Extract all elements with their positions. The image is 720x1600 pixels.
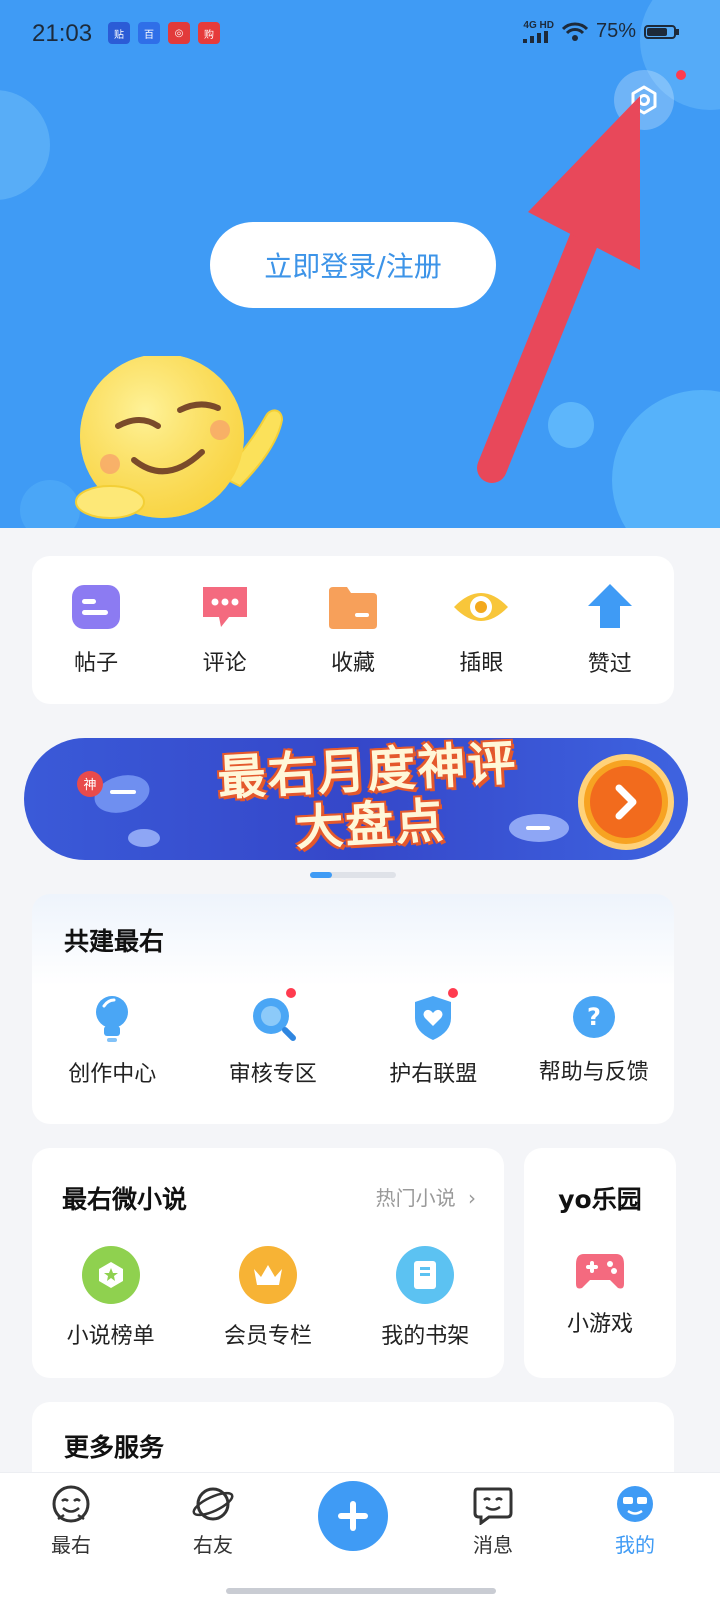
ranking-icon: [81, 1246, 140, 1304]
planet-icon: [192, 1487, 234, 1521]
notification-icons: 贴 百 ◎ 购: [108, 22, 220, 44]
banner-go-button[interactable]: [578, 754, 674, 850]
guardian-alliance-item[interactable]: 护右联盟: [358, 988, 508, 1088]
settings-badge-dot: [676, 70, 686, 80]
chat-face-icon: [473, 1487, 513, 1525]
shop-notification-icon: 购: [198, 22, 220, 44]
more-services-title: 更多服务: [64, 1433, 165, 1462]
crown-icon: [238, 1246, 297, 1304]
tab-messages[interactable]: 消息: [448, 1483, 538, 1558]
tab-home[interactable]: 最右: [26, 1483, 116, 1558]
micro-novel-card: 最右微小说 热门小说 › 小说榜单 会员专栏 我的书架: [32, 1148, 504, 1378]
baidu-notification-icon: 百: [138, 22, 160, 44]
book-icon: [396, 1246, 455, 1304]
status-bar: 21:03 贴 百 ◎ 购 4G HD 75%: [0, 0, 720, 66]
co-build-label: 创作中心: [68, 1062, 157, 1087]
comment-icon: [202, 587, 247, 627]
hot-novels-label: 热门小说: [375, 1186, 456, 1210]
banner-pager-active: [310, 872, 332, 878]
mascot-illustration: [75, 356, 284, 519]
co-build-items: 创作中心 审核专区 护右联盟 ? 帮助与反馈: [32, 988, 674, 1088]
tab-profile[interactable]: 我的: [590, 1483, 680, 1558]
bottom-tab-bar: 最右 右友 消息 我的: [0, 1472, 720, 1600]
decor-bubble: [0, 90, 50, 200]
create-post-button[interactable]: [318, 1481, 388, 1551]
status-right: 4G HD 75%: [523, 20, 680, 43]
review-badge-dot: [285, 988, 296, 998]
novel-ranking-item[interactable]: 小说榜单: [41, 1246, 181, 1350]
magnifier-icon: [252, 998, 296, 1041]
face-icon: [52, 1485, 90, 1523]
member-column-item[interactable]: 会员专栏: [198, 1246, 338, 1350]
tab-label: 我的: [615, 1533, 655, 1557]
yo-park-card: yo乐园 小游戏: [524, 1148, 676, 1378]
quick-action-label: 收藏: [330, 651, 375, 676]
mini-games-label: 小游戏: [566, 1312, 633, 1337]
plus-icon: [338, 1501, 368, 1531]
svg-text:?: ?: [587, 1003, 601, 1031]
novel-item-label: 我的书架: [381, 1324, 470, 1349]
co-build-title: 共建最右: [64, 927, 165, 956]
co-build-label: 护右联盟: [389, 1062, 478, 1087]
help-feedback-item[interactable]: ? 帮助与反馈: [519, 994, 669, 1088]
profile-header: 21:03 贴 百 ◎ 购 4G HD 75% 立即登录/注册: [0, 0, 720, 528]
eye-icon: [454, 593, 509, 621]
battery-level: 75%: [595, 20, 636, 42]
profile-face-icon: [617, 1486, 653, 1522]
annotation-arrow: [477, 96, 640, 483]
speech-bubble-decor: 神: [77, 771, 160, 847]
folder-icon: [328, 587, 377, 629]
app-notification-icon: 贴: [108, 22, 130, 44]
quick-action-liked[interactable]: 赞过: [560, 582, 660, 678]
hot-novels-link[interactable]: 热门小说 ›: [376, 1182, 476, 1211]
guardian-badge-dot: [448, 988, 459, 998]
chevron-right-icon: [615, 784, 637, 820]
novel-item-label: 小说榜单: [66, 1324, 155, 1349]
mini-games-item[interactable]: 小游戏: [524, 1248, 676, 1338]
my-bookshelf-item[interactable]: 我的书架: [355, 1246, 495, 1350]
lightbulb-icon: [96, 996, 129, 1042]
yo-park-title: yo乐园: [558, 1185, 642, 1214]
quick-action-bookmark-eye[interactable]: 插眼: [431, 583, 531, 677]
co-build-label: 帮助与反馈: [538, 1060, 649, 1085]
thumb-up-arrow-icon: [587, 584, 632, 628]
quick-action-label: 赞过: [587, 652, 632, 677]
gamepad-icon: [576, 1254, 624, 1289]
micro-novel-items: 小说榜单 会员专栏 我的书架: [32, 1246, 504, 1350]
tab-label: 右友: [193, 1533, 233, 1557]
signal-icon: 4G HD: [523, 19, 554, 43]
quick-action-label: 插眼: [459, 651, 504, 676]
co-build-card: 共建最右 创作中心 审核专区 护右联盟 ? 帮助与反馈: [32, 894, 674, 1124]
post-icon: [72, 585, 121, 629]
quick-action-label: 评论: [202, 651, 247, 676]
status-time: 21:03: [32, 20, 93, 47]
banner-go-inner: [590, 766, 662, 838]
shield-heart-icon: [415, 996, 452, 1040]
network-label: 4G HD: [523, 19, 554, 31]
speech-bubble-decor: [509, 814, 569, 842]
tab-label: 最右: [51, 1533, 91, 1557]
creator-center-item[interactable]: 创作中心: [37, 994, 187, 1088]
chevron-right-icon: ›: [468, 1186, 476, 1210]
home-indicator: [226, 1588, 496, 1594]
music-notification-icon: ◎: [168, 22, 190, 44]
novel-item-label: 会员专栏: [223, 1324, 312, 1349]
review-zone-item[interactable]: 审核专区: [198, 988, 348, 1088]
battery-icon: [644, 24, 679, 39]
quick-action-label: 帖子: [74, 651, 119, 676]
wifi-icon: [561, 22, 588, 41]
tab-friends[interactable]: 右友: [168, 1483, 258, 1558]
micro-novel-title: 最右微小说: [62, 1185, 188, 1214]
help-icon: ?: [572, 996, 615, 1038]
tab-label: 消息: [473, 1533, 513, 1557]
quick-actions-card: 帖子 评论 收藏 插眼 赞过: [32, 556, 674, 704]
login-register-button[interactable]: 立即登录/注册: [210, 222, 496, 308]
quick-action-posts[interactable]: 帖子: [46, 583, 146, 677]
quick-action-comments[interactable]: 评论: [175, 583, 275, 677]
co-build-label: 审核专区: [228, 1062, 317, 1087]
quick-action-favorites[interactable]: 收藏: [303, 583, 403, 677]
banner-badge: 神: [83, 778, 96, 793]
